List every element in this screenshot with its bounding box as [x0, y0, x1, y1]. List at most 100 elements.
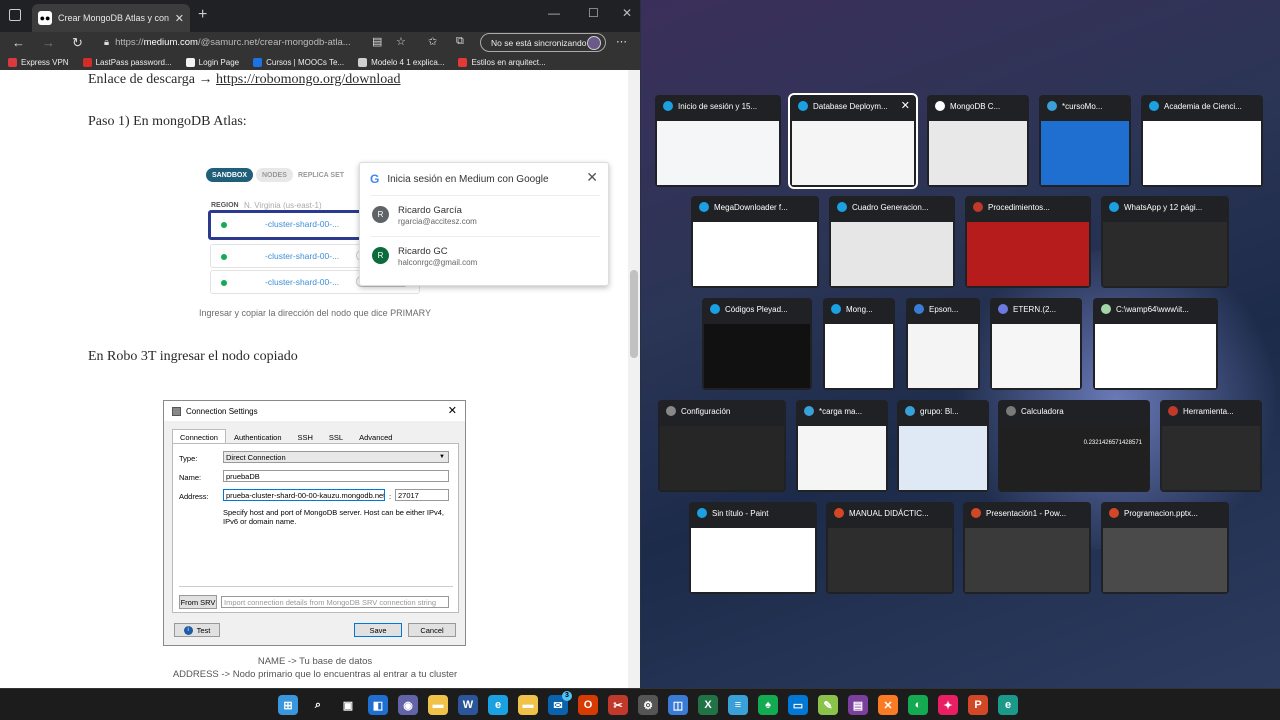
tab-actions-icon[interactable] [9, 9, 21, 21]
file-explorer-icon[interactable]: ▬ [428, 695, 448, 715]
close-tab-icon[interactable]: ✕ [175, 12, 184, 25]
folder-icon[interactable]: ▬ [518, 695, 538, 715]
port-field[interactable]: 27017 [395, 489, 449, 501]
edge-icon [1149, 101, 1159, 111]
start-icon[interactable]: ⊞ [278, 695, 298, 715]
favorite-item[interactable]: Modelo 4 1 explica... [358, 57, 444, 67]
notepad-icon[interactable]: ≡ [728, 695, 748, 715]
favorite-item[interactable]: Login Page [185, 57, 239, 67]
powerpoint-icon[interactable]: P [968, 695, 988, 715]
task-view-window[interactable]: *cursoMo... [1039, 95, 1131, 187]
task-view-window[interactable]: Academia de Cienci... [1141, 95, 1263, 187]
task-view-window[interactable]: MANUAL DIDÁCTIC... [826, 502, 954, 594]
refresh-icon[interactable]: ↻ [72, 35, 83, 51]
task-view-window[interactable]: MongoDB C... [927, 95, 1029, 187]
snipping-icon[interactable]: ✂ [608, 695, 628, 715]
robo3t-icon[interactable]: ◐ [908, 695, 928, 715]
srv-input[interactable]: Import connection details from MongoDB S… [221, 596, 449, 608]
favorite-item[interactable]: Cursos | MOOCs Te... [253, 57, 344, 67]
task-view-window[interactable]: Inicio de sesión y 15... [655, 95, 781, 187]
task-view-window[interactable]: Calculadora 0.2321426571428571 [998, 400, 1150, 492]
settings-icon[interactable]: ⚙ [638, 695, 658, 715]
close-icon[interactable]: ✕ [448, 404, 457, 417]
window-title: ETERN.(2... [1013, 304, 1057, 314]
cancel-button[interactable]: Cancel [408, 623, 456, 637]
close-icon[interactable]: ✕ [586, 169, 598, 186]
task-view-window[interactable]: WhatsApp y 12 pági... [1101, 196, 1229, 288]
window-preview [792, 121, 914, 185]
edge-icon [699, 202, 709, 212]
google-icon: G [370, 172, 380, 186]
task-view-window[interactable]: MegaDownloader f... [691, 196, 819, 288]
network-icon[interactable]: ◫ [668, 695, 688, 715]
favorite-item[interactable]: Express VPN [8, 57, 69, 67]
task-view-window[interactable]: C:\wamp64\www\it... [1093, 298, 1218, 390]
task-view-window[interactable]: Epson... [906, 298, 980, 390]
excel-icon[interactable]: X [698, 695, 718, 715]
task-view-window[interactable]: ETERN.(2... [990, 298, 1082, 390]
task-view-icon[interactable]: ▣ [338, 695, 358, 715]
edge-beta-icon[interactable]: e [998, 695, 1018, 715]
menu-dots-icon[interactable]: ⋯ [616, 35, 627, 48]
winrar-icon[interactable]: ▤ [848, 695, 868, 715]
address-bar[interactable]: 🔒︎ https://medium.com/@samurc.net/crear-… [104, 33, 364, 52]
widgets-icon[interactable]: ◧ [368, 695, 388, 715]
task-view-window[interactable]: *carga ma... [796, 400, 888, 492]
task-view-window[interactable]: Procedimientos... [965, 196, 1091, 288]
office-icon[interactable]: O [578, 695, 598, 715]
task-view-window[interactable]: grupo: Bl... [897, 400, 989, 492]
back-icon[interactable]: ← [12, 35, 25, 50]
scrollbar-thumb[interactable] [630, 270, 638, 358]
task-view-window[interactable]: Cuadro Generacion... [829, 196, 955, 288]
task-view-window[interactable]: Códigos Pleyad... [702, 298, 812, 390]
page-scrollbar[interactable] [628, 70, 640, 688]
word-icon[interactable]: W [458, 695, 478, 715]
search-icon[interactable]: ⌕ [308, 695, 328, 715]
maximize-icon[interactable]: ☐ [588, 6, 599, 20]
account-option[interactable]: R Ricardo GC halconrgc@gmail.com [370, 236, 600, 272]
favorite-item[interactable]: LastPass password... [82, 57, 172, 67]
account-name: Ricardo GC [398, 246, 448, 257]
from-srv-button[interactable]: From SRV [179, 595, 217, 609]
new-tab-icon[interactable]: + [198, 6, 207, 24]
forward-icon[interactable]: → [42, 35, 55, 50]
teams-icon[interactable]: ◉ [398, 695, 418, 715]
task-view-window[interactable]: Mong... [823, 298, 895, 390]
edge-icon[interactable]: e [488, 695, 508, 715]
browser-tab-active[interactable]: ●● Crear MongoDB Atlas y conecta ✕ [32, 4, 190, 32]
mail-icon[interactable]: ✉ 3 [548, 691, 572, 715]
download-link[interactable]: https://robomongo.org/download [216, 72, 400, 87]
task-view-window[interactable]: Presentación1 - Pow... [963, 502, 1091, 594]
task-view-window[interactable]: Programacion.pptx... [1101, 502, 1229, 594]
window-thumb-header: Sin título - Paint [689, 502, 817, 524]
xampp-icon[interactable]: ✕ [878, 695, 898, 715]
task-view-window[interactable]: Herramienta... [1160, 400, 1262, 492]
type-select[interactable]: Direct Connection ▼ [223, 451, 449, 463]
account-option[interactable]: R Ricardo García rgarcia@accitesz.com [370, 195, 600, 231]
favorite-item[interactable]: Estilos en arquitect... [458, 57, 546, 67]
window-preview [992, 324, 1080, 388]
paint-icon[interactable]: ✦ [938, 695, 958, 715]
task-view-window[interactable]: Sin título - Paint [689, 502, 817, 594]
save-button[interactable]: Save [354, 623, 402, 637]
close-icon[interactable]: ✕ [901, 99, 910, 112]
notes-icon[interactable]: ✎ [818, 695, 838, 715]
sync-status-button[interactable]: No se está sincronizando [480, 33, 606, 52]
window-preview [660, 426, 784, 490]
close-window-icon[interactable]: ✕ [622, 6, 632, 20]
reader-view-icon[interactable]: ▤ [372, 35, 382, 48]
task-view-window[interactable]: Database Deploym... ✕ [788, 93, 918, 189]
test-button[interactable]: i Test [174, 623, 220, 637]
favorites-icon[interactable]: ✩ [428, 35, 437, 48]
app-icon [998, 304, 1008, 314]
address-field[interactable]: prueba-cluster-shard-00-00-kauzu.mongodb… [223, 489, 385, 501]
remote-desktop-icon[interactable]: ▭ [788, 695, 808, 715]
name-field[interactable]: pruebaDB [223, 470, 449, 482]
collections-icon[interactable]: ⧉ [456, 35, 464, 48]
mongodb-compass-icon[interactable]: ♠ [758, 695, 778, 715]
window-thumb-header: MegaDownloader f... [691, 196, 819, 218]
window-title: Academia de Cienci... [1164, 101, 1242, 111]
add-favorite-icon[interactable]: ☆ [396, 35, 406, 48]
minimize-icon[interactable]: — [548, 6, 560, 20]
task-view-window[interactable]: Configuración [658, 400, 786, 492]
